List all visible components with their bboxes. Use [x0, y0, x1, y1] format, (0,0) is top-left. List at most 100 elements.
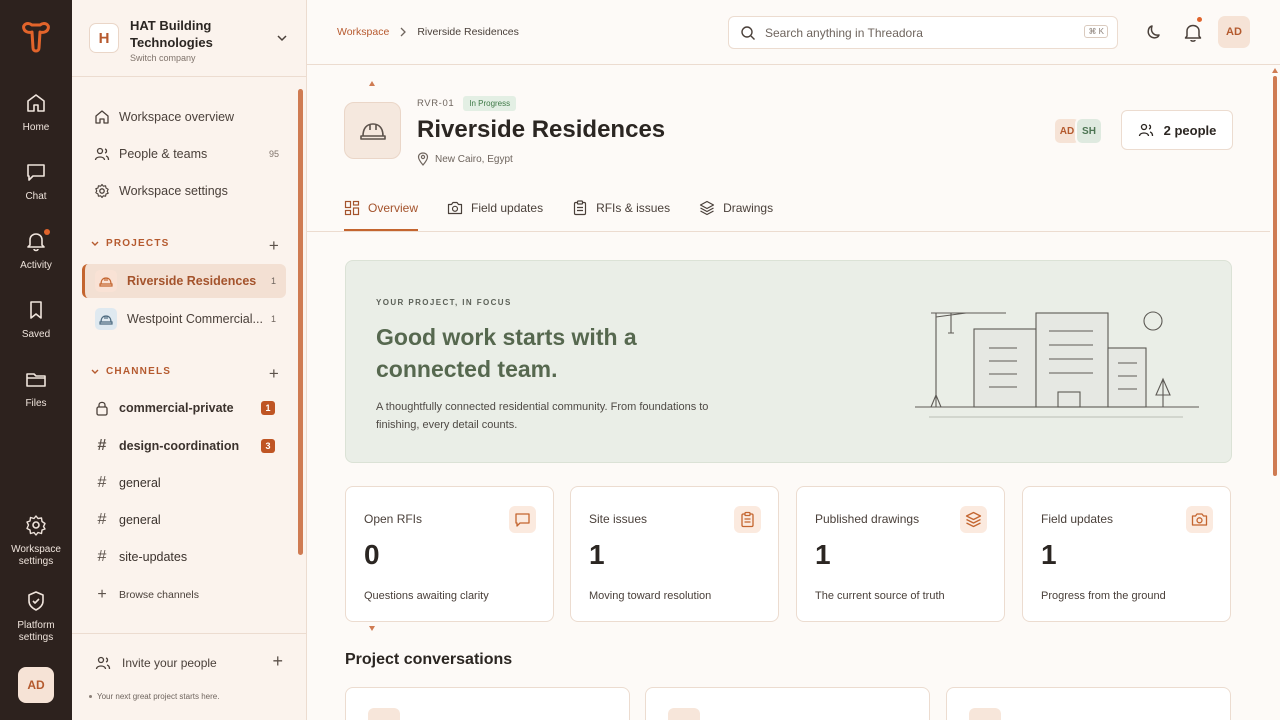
gear-icon [95, 183, 109, 199]
add-project-button[interactable]: + [269, 236, 280, 256]
overview-content: YOUR PROJECT, IN FOCUS Good work starts … [307, 232, 1270, 720]
global-search[interactable]: Search anything in Threadora ⌘ K [728, 16, 1118, 49]
lock-icon [96, 401, 108, 416]
stat-card-published-drawings[interactable]: Published drawings 1 The current source … [796, 486, 1005, 622]
folder-icon [26, 373, 46, 387]
project-label: Riverside Residences [127, 274, 257, 288]
hard-hat-icon [95, 308, 117, 330]
people-button[interactable]: 2 people [1121, 110, 1233, 150]
rail-home[interactable]: Home [0, 91, 72, 134]
rail-files[interactable]: Files [0, 367, 72, 410]
channel-item-general-2[interactable]: # general [95, 511, 275, 529]
main-scroll-thumb[interactable] [1273, 76, 1277, 476]
nav-people-teams[interactable]: People & teams 95 [94, 146, 279, 162]
moon-icon[interactable] [1144, 21, 1166, 43]
invite-people-button[interactable]: Invite your people [95, 655, 217, 671]
channel-item-commercial-private[interactable]: commercial-private 1 [95, 400, 275, 416]
channel-item-site-updates[interactable]: # site-updates [95, 548, 275, 566]
chevron-right-icon [400, 27, 407, 37]
rail-activity-label: Activity [20, 260, 52, 271]
tab-rfis-issues[interactable]: RFIs & issues [572, 187, 670, 229]
channel-item-general[interactable]: # general [95, 474, 275, 492]
tab-field-updates[interactable]: Field updates [447, 187, 543, 229]
shield-icon [28, 591, 44, 611]
nav-workspace-settings[interactable]: Workspace settings [94, 183, 279, 199]
tab-label: Overview [368, 201, 419, 215]
rail-user-avatar[interactable]: AD [18, 667, 54, 703]
map-pin-icon [417, 152, 429, 166]
project-count: 1 [270, 276, 276, 286]
rail-platform-settings[interactable]: Platform settings [0, 589, 72, 644]
grid-icon [344, 200, 360, 216]
stat-card-open-rfis[interactable]: Open RFIs 0 Questions awaiting clarity [345, 486, 554, 622]
add-channel-button[interactable]: + [269, 364, 280, 384]
chat-icon [27, 164, 45, 181]
project-label: Westpoint Commercial... [127, 312, 263, 326]
rail-saved[interactable]: Saved [0, 298, 72, 341]
channel-label: site-updates [119, 550, 188, 564]
tab-overview[interactable]: Overview [344, 187, 419, 231]
tab-label: RFIs & issues [596, 201, 671, 215]
stat-label: Open RFIs [364, 512, 423, 526]
breadcrumb-current: Riverside Residences [417, 26, 519, 38]
invite-label: Invite your people [122, 656, 217, 670]
hero-title: Good work starts with a connected team. [376, 324, 637, 382]
hard-hat-icon [95, 270, 117, 292]
company-switcher[interactable]: H HAT Building Technologies Switch compa… [72, 0, 306, 77]
invite-add-button[interactable]: + [272, 651, 283, 672]
bell-icon[interactable] [1182, 21, 1204, 43]
browse-channels-link[interactable]: + Browse channels [95, 586, 199, 604]
project-location-text: New Cairo, Egypt [435, 153, 513, 165]
hero-card: YOUR PROJECT, IN FOCUS Good work starts … [345, 260, 1232, 463]
member-avatars[interactable]: AD SH [1053, 117, 1103, 145]
avatar: SH [1075, 117, 1103, 145]
tab-drawings[interactable]: Drawings [699, 187, 773, 229]
user-avatar[interactable]: AD [1218, 16, 1250, 48]
rail-workspace-settings[interactable]: Workspace settings [0, 513, 72, 568]
projects-section-header[interactable]: PROJECTS + [90, 236, 280, 255]
hash-icon: # [97, 474, 107, 491]
stat-card-site-issues[interactable]: Site issues 1 Moving toward resolution [570, 486, 779, 622]
people-icon [1138, 123, 1153, 137]
hash-icon [969, 708, 1001, 720]
people-icon [94, 147, 110, 161]
conversation-card[interactable] [645, 687, 930, 720]
project-item-riverside[interactable]: Riverside Residences 1 [82, 264, 286, 298]
camera-icon [447, 201, 463, 215]
conversation-card[interactable] [345, 687, 630, 720]
stat-value: 1 [1041, 539, 1057, 570]
search-icon [741, 25, 755, 40]
stat-subtitle: The current source of truth [815, 590, 945, 602]
sidebar-scroll-thumb[interactable] [298, 89, 303, 555]
stat-card-field-updates[interactable]: Field updates 1 Progress from the ground [1022, 486, 1231, 622]
rail-home-label: Home [22, 122, 50, 133]
home-icon [27, 94, 45, 112]
conversation-card[interactable] [946, 687, 1231, 720]
nav-label: Workspace overview [119, 110, 235, 124]
channel-label: general [119, 513, 161, 527]
nav-workspace-overview[interactable]: Workspace overview [94, 109, 279, 125]
chevron-down-icon [91, 241, 99, 246]
nav-label: Workspace settings [119, 184, 228, 198]
rail-chat[interactable]: Chat [0, 160, 72, 203]
building-illustration [915, 311, 1199, 418]
invite-note: Your next great project starts here. [89, 692, 219, 701]
breadcrumb-workspace-link[interactable]: Workspace [337, 26, 389, 38]
hash-icon [668, 708, 700, 720]
channels-section-header[interactable]: CHANNELS + [90, 364, 280, 383]
app-rail: Home Chat Activity Saved Files Workspace… [0, 0, 72, 720]
rail-activity[interactable]: Activity [0, 229, 72, 272]
stat-value: 1 [815, 539, 831, 570]
top-bar: Workspace Riverside Residences Search an… [307, 0, 1280, 65]
hero-description: A thoughtfully connected residential com… [376, 401, 709, 431]
hero-kicker: YOUR PROJECT, IN FOCUS [376, 298, 512, 307]
stat-value: 0 [364, 539, 380, 570]
channel-item-design-coordination[interactable]: # design-coordination 3 [95, 437, 275, 455]
company-name: HAT Building Technologies [130, 18, 213, 50]
unread-badge: 3 [261, 439, 275, 453]
rail-platform-settings-label: Platform settings [17, 620, 55, 643]
hash-icon: # [97, 511, 107, 528]
threadora-logo[interactable] [16, 18, 56, 58]
project-item-westpoint[interactable]: Westpoint Commercial... 1 [82, 302, 286, 336]
notification-dot [1197, 17, 1202, 22]
